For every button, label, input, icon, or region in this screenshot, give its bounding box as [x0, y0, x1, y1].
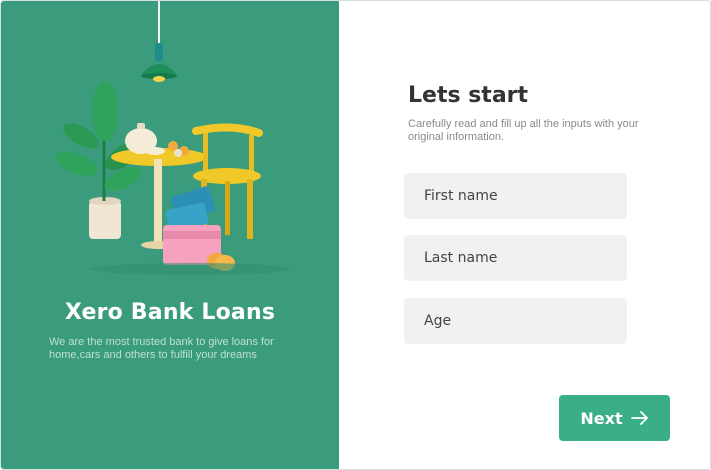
last-name-input[interactable]: [404, 235, 627, 281]
living-room-illustration: [56, 1, 291, 275]
brand-title: Xero Bank Loans: [64, 300, 276, 325]
next-button[interactable]: Next: [559, 395, 670, 441]
form-panel: Lets start Carefully read and fill up al…: [339, 1, 710, 469]
form-description: Carefully read and fill up all the input…: [408, 118, 639, 143]
arrow-right-icon: [630, 411, 648, 425]
age-input[interactable]: [404, 298, 627, 344]
form-title: Lets start: [408, 83, 529, 108]
next-button-label: Next: [580, 408, 623, 428]
app-window: Xero Bank Loans We are the most trusted …: [0, 0, 711, 470]
brand-panel: Xero Bank Loans We are the most trusted …: [1, 1, 339, 469]
first-name-input[interactable]: [404, 173, 627, 219]
brand-description: We are the most trusted bank to give loa…: [49, 336, 274, 361]
